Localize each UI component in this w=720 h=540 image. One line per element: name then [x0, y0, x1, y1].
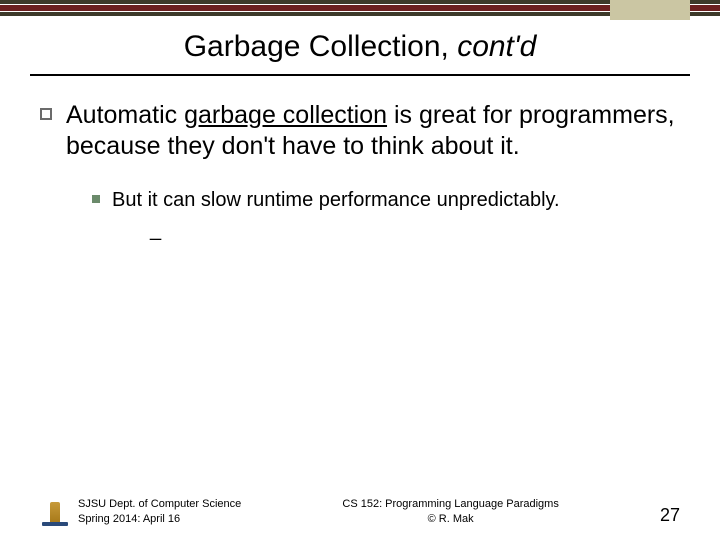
text-underlined: garbage collection: [184, 101, 387, 129]
title-text: Garbage Collection,: [184, 30, 458, 63]
title-underline: [30, 74, 690, 76]
footer-dept: SJSU Dept. of Computer Science Spring 20…: [78, 497, 241, 526]
footer-left: SJSU Dept. of Computer Science Spring 20…: [40, 497, 241, 526]
square-bullet-icon: [40, 108, 52, 120]
footer-course-line1: CS 152: Programming Language Paradigms: [241, 497, 660, 511]
top-accent-bar: [0, 0, 720, 22]
slide-title: Garbage Collection, cont'd: [184, 30, 537, 70]
footer: SJSU Dept. of Computer Science Spring 20…: [40, 497, 680, 526]
footer-dept-line1: SJSU Dept. of Computer Science: [78, 497, 241, 511]
bullet-level2: But it can slow runtime performance unpr…: [92, 187, 680, 213]
page-number: 27: [660, 505, 680, 526]
title-area: Garbage Collection, cont'd: [0, 30, 720, 70]
sjsu-logo-icon: [40, 500, 70, 526]
bullet-text: Automatic garbage collection is great fo…: [66, 100, 680, 163]
slide: Garbage Collection, cont'd Automatic gar…: [0, 0, 720, 540]
footer-course-line2: © R. Mak: [241, 512, 660, 526]
footer-dept-line2: Spring 2014: April 16: [78, 512, 241, 526]
footer-course: CS 152: Programming Language Paradigms ©…: [241, 497, 660, 526]
accent-block: [610, 0, 690, 20]
sub-bullet-text: But it can slow runtime performance unpr…: [112, 187, 560, 213]
text-prefix: Automatic: [66, 101, 184, 129]
solid-bullet-icon: [92, 195, 100, 203]
bullet-level3: _: [150, 219, 680, 242]
title-italic: cont'd: [457, 30, 536, 63]
bullet-level1: Automatic garbage collection is great fo…: [40, 100, 680, 163]
content-area: Automatic garbage collection is great fo…: [40, 100, 680, 242]
